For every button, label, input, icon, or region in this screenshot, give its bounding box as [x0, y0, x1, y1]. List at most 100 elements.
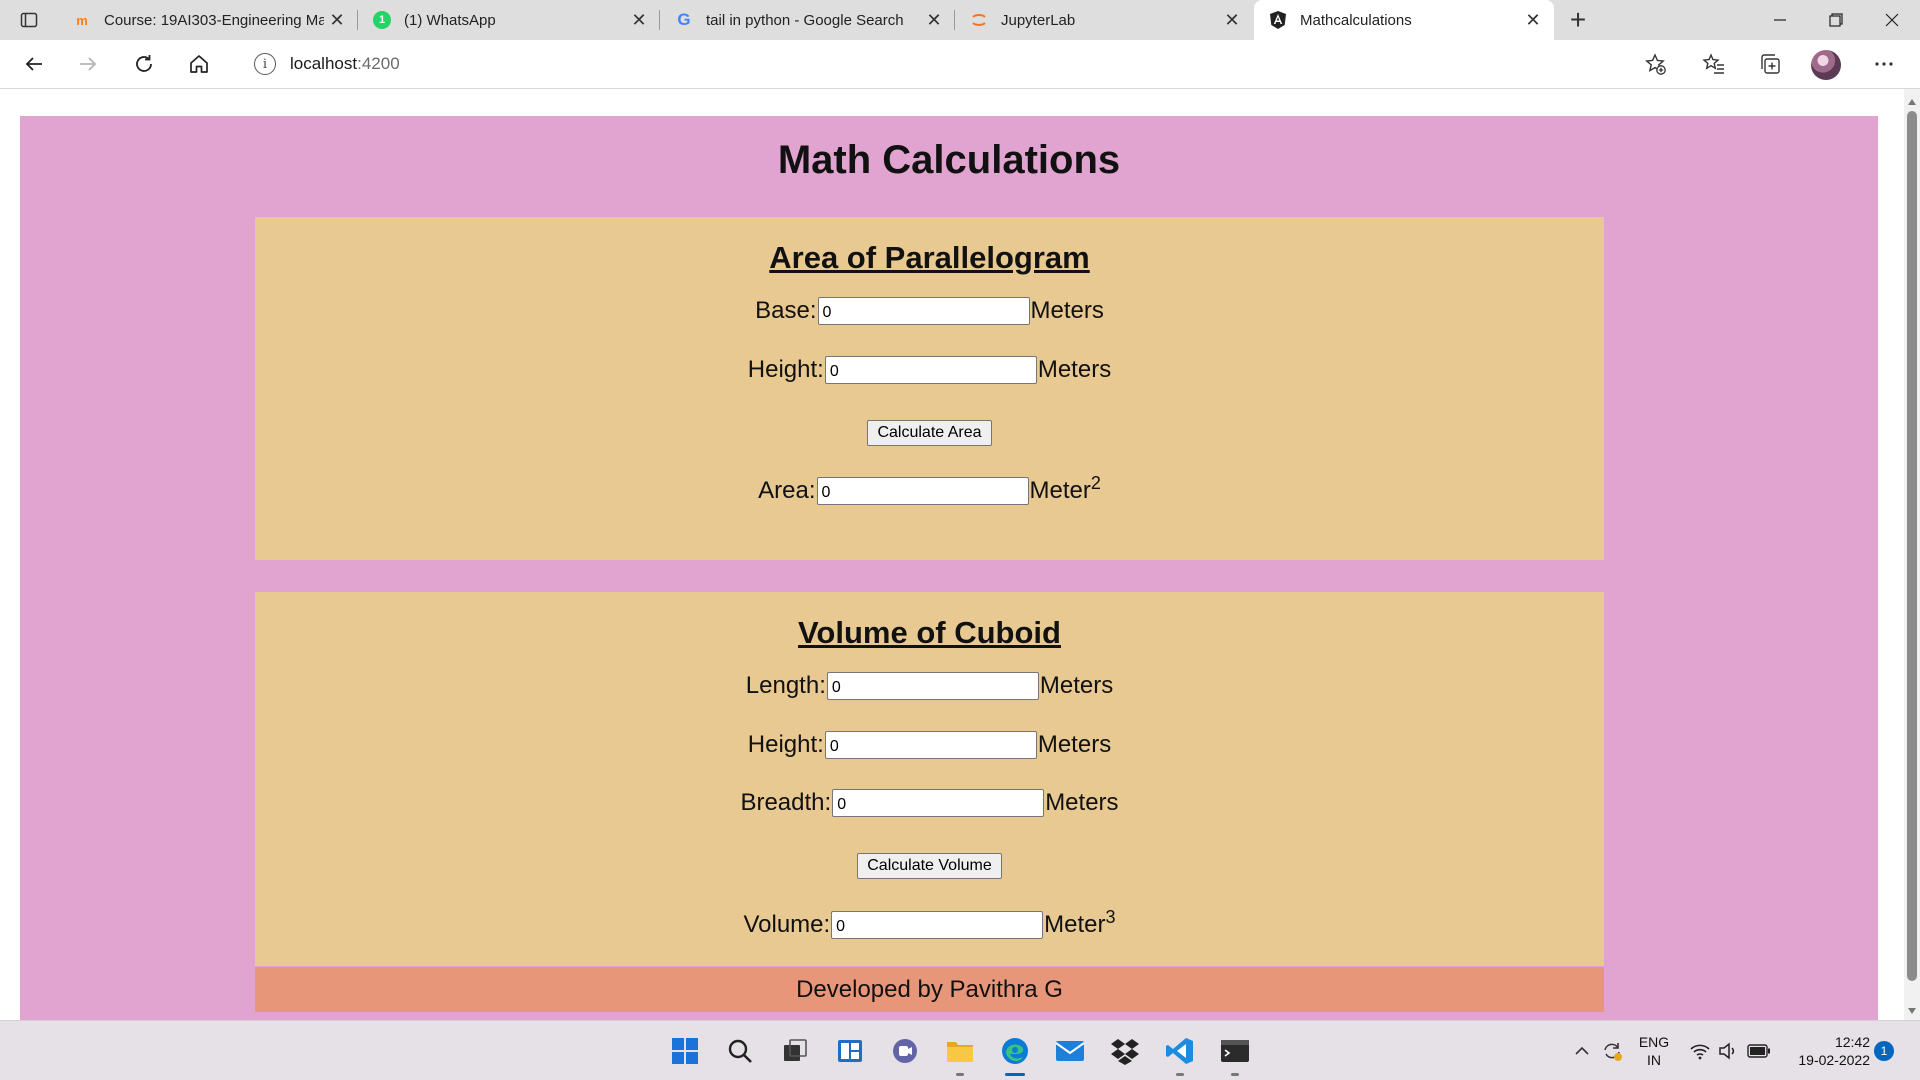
whatsapp-icon: 1: [372, 10, 392, 30]
tab-google-search[interactable]: G tail in python - Google Search ✕: [660, 0, 955, 40]
terminal-icon[interactable]: [1217, 1033, 1253, 1076]
url-text[interactable]: localhost:4200: [290, 54, 400, 74]
favorites-button[interactable]: [1696, 46, 1732, 82]
tab-jupyterlab[interactable]: JupyterLab ✕: [955, 0, 1253, 40]
tab-title: Mathcalculations: [1300, 11, 1412, 29]
site-info-icon[interactable]: i: [254, 53, 276, 75]
address-bar[interactable]: i localhost:4200: [236, 45, 1650, 83]
breadth-label: Breadth:: [740, 789, 832, 816]
refresh-icon: [136, 55, 152, 72]
area-unit-text: Meter: [1029, 477, 1091, 504]
minimize-button[interactable]: [1752, 0, 1808, 40]
length-row: Length: Meters: [255, 672, 1604, 700]
favorites-list-icon: [1702, 53, 1724, 74]
scrollbar-thumb[interactable]: [1907, 111, 1917, 981]
forward-button[interactable]: [70, 46, 106, 82]
volume-icon[interactable]: [1716, 1033, 1740, 1069]
tab-title: Course: 19AI303-Engineering Mathematics: [104, 11, 324, 29]
collections-icon: [1761, 54, 1780, 74]
angular-icon: [1268, 10, 1288, 30]
close-tab-icon[interactable]: ✕: [1219, 7, 1245, 33]
page-footer: Developed by Pavithra G: [255, 967, 1604, 1012]
volume-row: Volume: Meter3: [255, 908, 1604, 939]
input-language-indicator[interactable]: ENG IN: [1636, 1033, 1672, 1069]
parallelogram-card: Area of Parallelogram Base: Meters Heigh…: [255, 217, 1604, 560]
cuboid-height-input[interactable]: [824, 731, 1037, 759]
tab-mathcalculations[interactable]: Mathcalculations ✕: [1254, 0, 1554, 40]
breadth-row: Breadth: Meters: [255, 789, 1604, 817]
height-label: Height:: [747, 356, 824, 383]
add-favorite-button[interactable]: [1637, 46, 1673, 82]
windows-start-icon[interactable]: [667, 1033, 703, 1069]
back-button[interactable]: [16, 46, 52, 82]
google-icon: G: [677, 10, 691, 29]
edge-icon[interactable]: [997, 1033, 1033, 1076]
length-label: Length:: [745, 672, 826, 699]
restore-button[interactable]: [1808, 0, 1864, 40]
url-port: :4200: [357, 54, 400, 73]
calculate-volume-row: Calculate Volume: [255, 853, 1604, 879]
profile-avatar[interactable]: [1811, 50, 1841, 80]
battery-icon[interactable]: [1746, 1033, 1772, 1069]
base-row: Base: Meters: [255, 297, 1604, 325]
window-controls: [1752, 0, 1920, 40]
close-tab-icon[interactable]: ✕: [324, 7, 350, 33]
sync-icon[interactable]: [1600, 1033, 1624, 1069]
home-button[interactable]: [181, 46, 217, 82]
parallelogram-heading: Area of Parallelogram: [769, 240, 1090, 275]
forward-arrow-icon: [80, 57, 97, 71]
scroll-up-arrow-icon[interactable]: [1908, 99, 1916, 105]
cuboid-height-unit: Meters: [1037, 731, 1112, 758]
running-indicator: [1005, 1073, 1025, 1076]
vscode-icon[interactable]: [1162, 1033, 1198, 1076]
close-tab-icon[interactable]: ✕: [626, 7, 652, 33]
show-hidden-icons-chevron-icon[interactable]: [1572, 1033, 1592, 1069]
collections-button[interactable]: [1752, 46, 1788, 82]
calculate-volume-button[interactable]: Calculate Volume: [857, 853, 1002, 879]
mail-icon[interactable]: [1052, 1033, 1088, 1069]
refresh-button[interactable]: [126, 46, 162, 82]
calculate-area-button[interactable]: Calculate Area: [867, 420, 992, 446]
length-unit: Meters: [1039, 672, 1114, 699]
breadth-input[interactable]: [832, 789, 1045, 817]
area-unit-exponent: 2: [1090, 473, 1101, 493]
cuboid-height-label: Height:: [747, 731, 824, 758]
scroll-down-arrow-icon[interactable]: [1908, 1008, 1916, 1014]
new-tab-button[interactable]: +: [1560, 2, 1596, 38]
file-explorer-icon[interactable]: [942, 1033, 978, 1076]
tab-whatsapp[interactable]: 1 (1) WhatsApp ✕: [358, 0, 660, 40]
close-window-button[interactable]: [1864, 0, 1920, 40]
system-clock[interactable]: 12:42 19-02-2022: [1778, 1033, 1870, 1069]
wifi-icon[interactable]: [1688, 1033, 1712, 1069]
tab-actions-button[interactable]: [0, 0, 58, 40]
volume-unit-exponent: 3: [1105, 907, 1116, 927]
running-indicator: [956, 1073, 964, 1076]
area-label: Area:: [758, 477, 816, 504]
close-tab-icon[interactable]: ✕: [921, 7, 947, 33]
notification-badge[interactable]: 1: [1874, 1041, 1894, 1061]
task-view-icon[interactable]: [777, 1033, 813, 1069]
back-arrow-icon: [25, 57, 42, 71]
breadth-unit: Meters: [1045, 789, 1119, 816]
settings-more-button[interactable]: [1866, 46, 1902, 82]
dropbox-icon[interactable]: [1107, 1033, 1143, 1069]
widgets-icon[interactable]: [832, 1033, 868, 1069]
length-input[interactable]: [826, 672, 1039, 700]
volume-output[interactable]: [831, 911, 1044, 939]
url-host: localhost: [290, 54, 358, 73]
area-row: Area: Meter2: [255, 474, 1604, 505]
moodle-icon: m: [76, 12, 88, 28]
area-output[interactable]: [816, 477, 1029, 505]
height-input[interactable]: [824, 356, 1037, 384]
tab-actions-icon: [20, 12, 38, 28]
close-tab-icon[interactable]: ✕: [1520, 7, 1546, 33]
tab-course[interactable]: m Course: 19AI303-Engineering Mathematic…: [58, 0, 358, 40]
browser-tab-strip: m Course: 19AI303-Engineering Mathematic…: [0, 0, 1920, 40]
teams-chat-icon[interactable]: [887, 1033, 923, 1069]
base-unit: Meters: [1030, 297, 1104, 324]
search-icon[interactable]: [722, 1033, 758, 1069]
clock-date: 19-02-2022: [1798, 1052, 1870, 1068]
volume-unit: Meter3: [1044, 908, 1115, 939]
base-input[interactable]: [817, 297, 1030, 325]
page-scrollbar[interactable]: [1904, 89, 1920, 1020]
